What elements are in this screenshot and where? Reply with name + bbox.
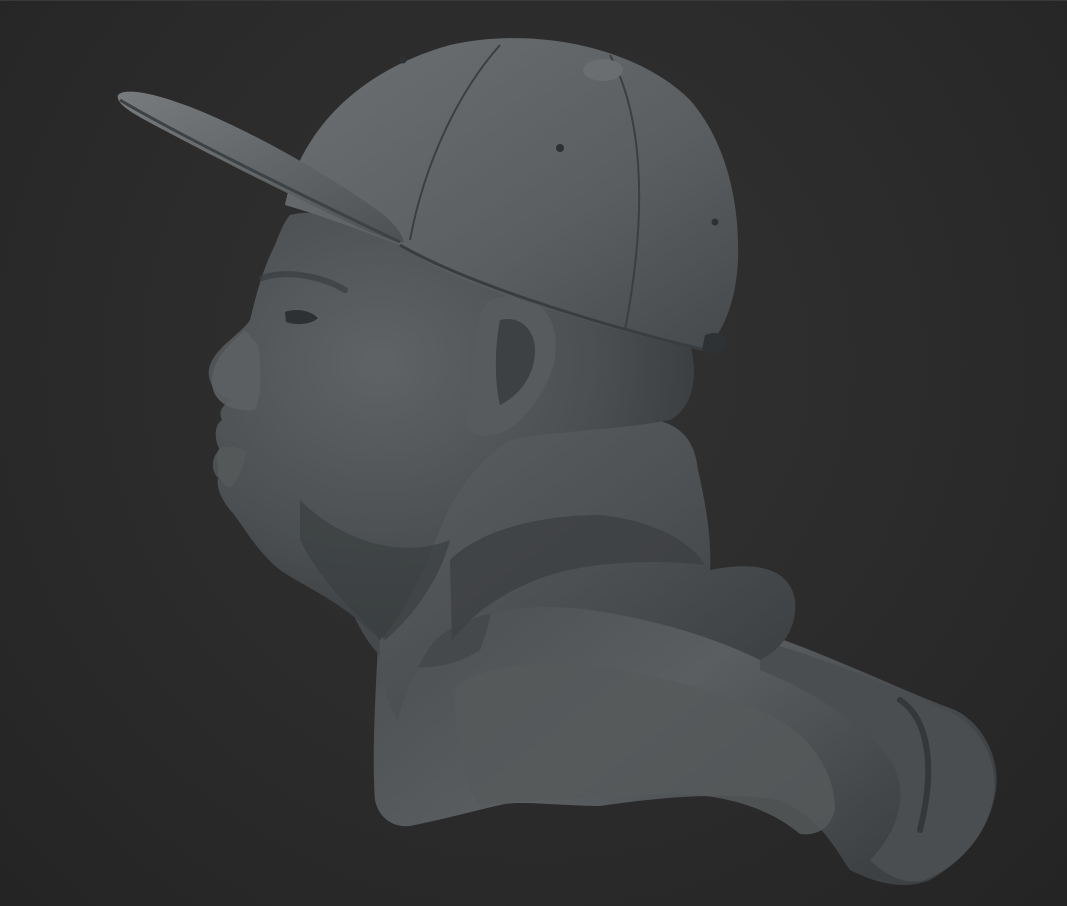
cap-button bbox=[583, 59, 623, 81]
sculpt-model[interactable] bbox=[0, 0, 1067, 906]
cap-eyelet-1 bbox=[399, 56, 407, 64]
nose bbox=[211, 330, 261, 411]
3d-viewport[interactable] bbox=[0, 0, 1067, 906]
cap-eyelet-3 bbox=[711, 218, 719, 226]
cap-strap bbox=[702, 333, 727, 354]
cap-eyelet-2 bbox=[556, 144, 564, 152]
